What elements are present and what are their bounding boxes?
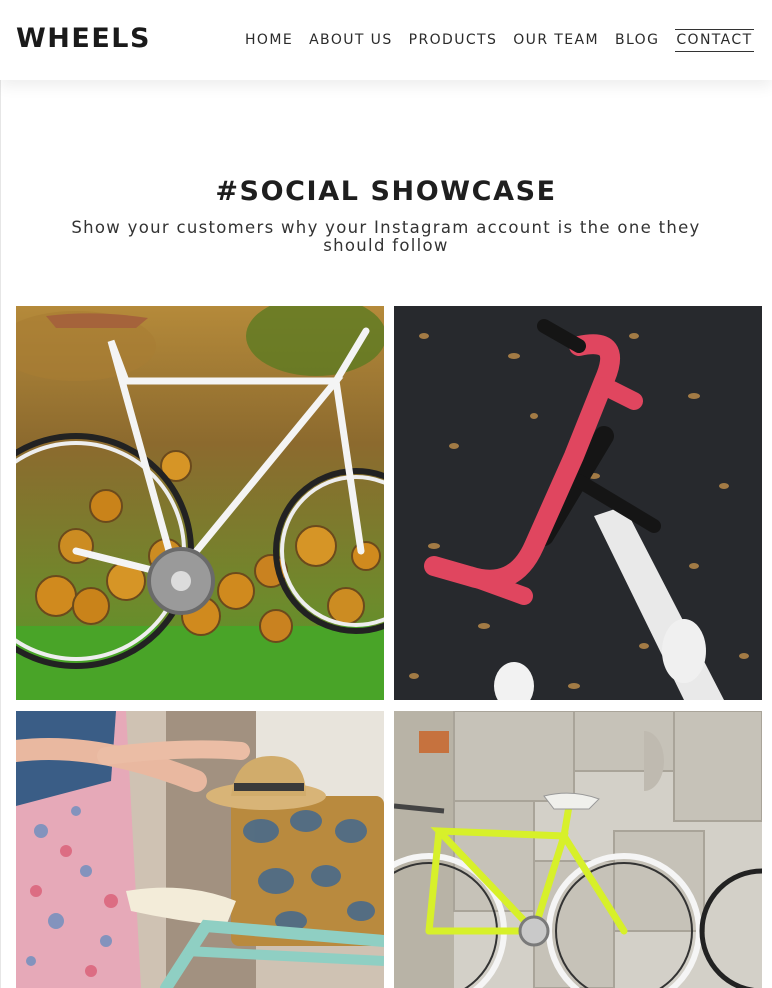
gallery-photo-yellow-bicycle[interactable] [394, 711, 762, 988]
nav-products[interactable]: PRODUCTS [409, 31, 498, 52]
nav-home[interactable]: HOME [245, 31, 293, 52]
section-title: #SOCIAL SHOWCASE [215, 176, 557, 207]
gallery-photo-woman-with-bicycle[interactable] [16, 711, 384, 988]
site-logo[interactable]: WHEELS [16, 23, 151, 54]
main-nav: HOME ABOUT US PRODUCTS OUR TEAM BLOG CON… [245, 29, 754, 52]
site-header: WHEELS HOME ABOUT US PRODUCTS OUR TEAM B… [0, 0, 772, 80]
white-bicycle-image [16, 306, 384, 700]
section-subtitle: Show your customers why your Instagram a… [71, 218, 701, 255]
gallery-photo-white-bicycle[interactable] [16, 306, 384, 700]
nav-our-team[interactable]: OUR TEAM [513, 31, 599, 52]
nav-contact[interactable]: CONTACT [675, 29, 754, 52]
yellow-bicycle-image [394, 711, 762, 988]
nav-about-us[interactable]: ABOUT US [309, 31, 393, 52]
nav-contact-label: CONTACT [675, 29, 754, 52]
page-edge [0, 80, 1, 988]
nav-blog[interactable]: BLOG [615, 31, 659, 52]
pink-handlebars-image [394, 306, 762, 700]
woman-with-bicycle-image [16, 711, 384, 988]
gallery-photo-pink-handlebars[interactable] [394, 306, 762, 700]
